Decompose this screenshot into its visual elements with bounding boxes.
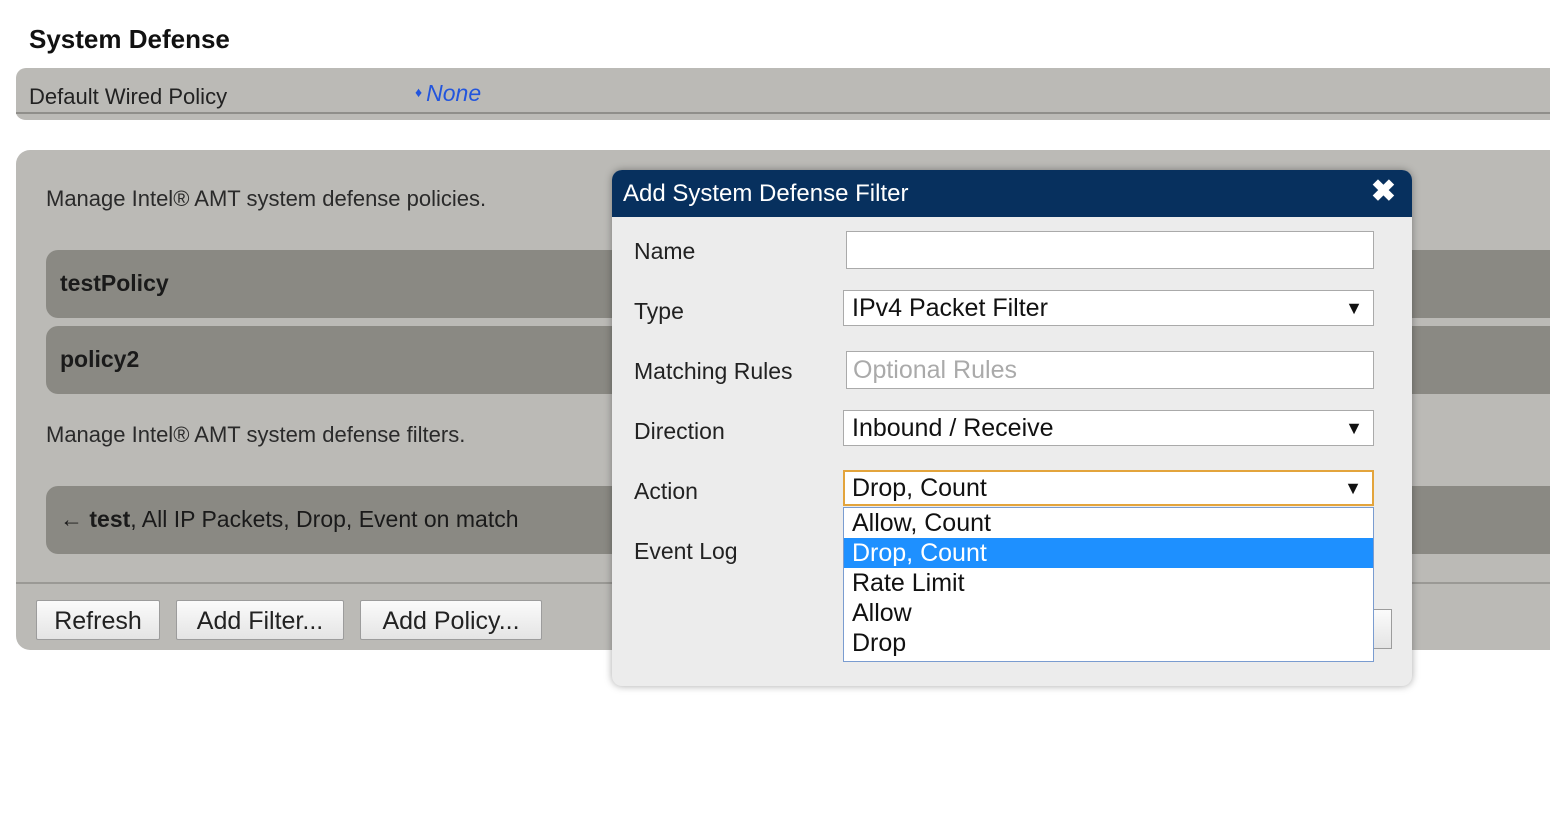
filter-details: , All IP Packets, Drop, Event on match — [130, 506, 519, 532]
dialog-button-partial[interactable] — [1372, 609, 1392, 649]
chevron-down-icon: ▼ — [1345, 418, 1363, 438]
page-title: System Defense — [29, 24, 230, 54]
type-select[interactable]: IPv4 Packet Filter ▼ — [843, 290, 1374, 326]
filters-description: Manage Intel® AMT system defense filters… — [46, 422, 466, 447]
name-input[interactable] — [846, 231, 1374, 269]
type-label: Type — [634, 298, 684, 324]
direction-label: Direction — [634, 418, 725, 444]
direction-select-value: Inbound / Receive — [852, 414, 1054, 442]
direction-select[interactable]: Inbound / Receive ▼ — [843, 410, 1374, 446]
divider — [16, 112, 1550, 114]
action-dropdown-list: Allow, Count Drop, Count Rate Limit Allo… — [843, 507, 1374, 662]
policies-description: Manage Intel® AMT system defense policie… — [46, 186, 487, 211]
default-policy-bar: Default Wired Policy ♦ None — [16, 68, 1550, 122]
diamond-icon: ♦ — [415, 84, 423, 100]
matching-rules-input[interactable]: Optional Rules — [846, 351, 1374, 389]
default-policy-value[interactable]: None — [426, 80, 481, 106]
dropdown-option[interactable]: Allow — [844, 598, 1373, 628]
default-policy-link[interactable]: ♦ None — [415, 80, 481, 107]
name-label: Name — [634, 238, 696, 264]
action-select-value: Drop, Count — [852, 474, 987, 502]
dropdown-option[interactable]: Rate Limit — [844, 568, 1373, 598]
policy-name: policy2 — [60, 346, 140, 372]
chevron-down-icon: ▼ — [1345, 298, 1363, 318]
chevron-down-icon: ▼ — [1344, 478, 1362, 498]
filter-label: ← test, All IP Packets, Drop, Event on m… — [60, 506, 519, 533]
left-arrow-icon: ← — [60, 506, 83, 532]
add-filter-dialog: Add System Defense Filter ✖ Name Type IP… — [612, 170, 1412, 686]
policy-name: testPolicy — [60, 270, 169, 296]
dialog-title: Add System Defense Filter — [623, 180, 909, 207]
matching-rules-placeholder: Optional Rules — [853, 356, 1017, 384]
dropdown-option[interactable]: Drop — [844, 628, 1373, 658]
add-policy-button[interactable]: Add Policy... — [360, 600, 542, 640]
action-select[interactable]: Drop, Count ▼ — [843, 470, 1374, 506]
dropdown-option[interactable]: Allow, Count — [844, 508, 1373, 538]
default-policy-label: Default Wired Policy — [29, 84, 228, 109]
dialog-header: Add System Defense Filter ✖ — [612, 170, 1412, 217]
matching-rules-label: Matching Rules — [634, 358, 793, 384]
close-icon[interactable]: ✖ — [1371, 174, 1396, 209]
action-label: Action — [634, 478, 698, 504]
filter-name: test — [89, 506, 131, 532]
add-filter-button[interactable]: Add Filter... — [176, 600, 344, 640]
event-log-label: Event Log — [634, 538, 738, 564]
dropdown-option-highlighted[interactable]: Drop, Count — [844, 538, 1373, 568]
refresh-button[interactable]: Refresh — [36, 600, 160, 640]
type-select-value: IPv4 Packet Filter — [852, 294, 1048, 322]
